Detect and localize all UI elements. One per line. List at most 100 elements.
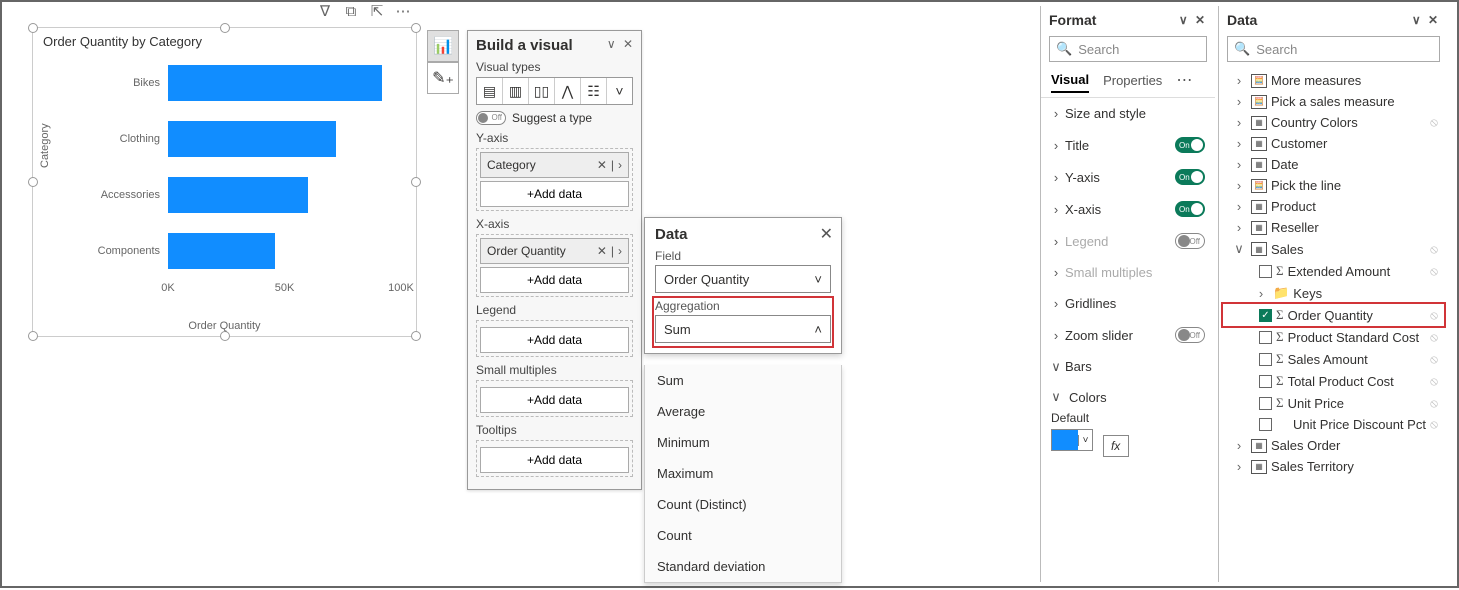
close-icon[interactable]: ✕: [820, 224, 833, 244]
hidden-icon: ⦸: [1430, 308, 1438, 323]
search-icon: 🔍: [1234, 41, 1250, 57]
chevron-down-icon[interactable]: ˅: [607, 78, 632, 104]
tree-row[interactable]: ›📁Keys: [1223, 282, 1444, 304]
field-select[interactable]: Order Quantity˅: [655, 265, 831, 293]
tree-row[interactable]: ›🧮Pick a sales measure: [1223, 91, 1444, 112]
checkbox[interactable]: [1259, 331, 1272, 344]
format-item[interactable]: ›Gridlines: [1041, 288, 1215, 319]
tree-row[interactable]: ›▦Date: [1223, 154, 1444, 175]
tree-row[interactable]: ✓ΣOrder Quantity⦸: [1223, 304, 1444, 326]
aggregation-option[interactable]: Standard deviation: [645, 551, 841, 582]
tree-row[interactable]: ›▦Reseller: [1223, 217, 1444, 238]
category-label: Accessories: [93, 189, 168, 201]
aggregation-option[interactable]: Minimum: [645, 427, 841, 458]
suggest-toggle[interactable]: Off: [476, 111, 506, 125]
aggregation-option[interactable]: Count: [645, 520, 841, 551]
data-search[interactable]: 🔍 Search: [1227, 36, 1440, 62]
visual-type-picker[interactable]: ▤ ▥ ▯▯ ⋀ ☷ ˅: [476, 77, 633, 105]
format-item[interactable]: ›TitleOn: [1041, 129, 1215, 161]
panel-collapse-close[interactable]: ∨ ✕: [1412, 13, 1440, 27]
column-icon[interactable]: ▥: [503, 78, 529, 104]
format-brush-button[interactable]: ✎₊: [427, 62, 459, 94]
pane-collapse-close[interactable]: ∨ ✕: [607, 37, 635, 51]
tree-row[interactable]: ΣTotal Product Cost⦸: [1223, 370, 1444, 392]
tree-row[interactable]: ›▦Country Colors⦸: [1223, 112, 1444, 133]
bar[interactable]: [168, 177, 308, 213]
small-add-data[interactable]: +Add data: [480, 387, 629, 413]
aggregation-option[interactable]: Sum: [645, 365, 841, 396]
table-icon: 🧮: [1251, 74, 1267, 88]
checkbox[interactable]: [1259, 265, 1272, 278]
color-swatch[interactable]: ˅: [1051, 429, 1093, 451]
aggregation-option[interactable]: Count (Distinct): [645, 489, 841, 520]
bar[interactable]: [168, 65, 382, 101]
tab-visual[interactable]: Visual: [1051, 68, 1089, 93]
tree-row[interactable]: ΣProduct Standard Cost⦸: [1223, 326, 1444, 348]
xaxis-section-label: X-axis: [476, 217, 633, 231]
checkbox[interactable]: [1259, 418, 1272, 431]
xaxis-field-chip[interactable]: Order Quantity ✕|›: [480, 238, 629, 264]
legend-add-data[interactable]: +Add data: [480, 327, 629, 353]
more-icon[interactable]: ⋯: [395, 4, 411, 20]
y-axis-label: Category: [39, 123, 51, 168]
tree-row[interactable]: ›🧮More measures: [1223, 70, 1444, 91]
aggregation-option[interactable]: Average: [645, 396, 841, 427]
focus-icon[interactable]: ⧉: [343, 4, 359, 20]
chart-visual[interactable]: Order Quantity by Category Category Bike…: [32, 27, 417, 337]
tab-properties[interactable]: Properties: [1103, 69, 1162, 92]
tree-row[interactable]: ›▦Sales Order: [1223, 435, 1444, 456]
remove-icon[interactable]: ✕: [597, 244, 607, 258]
hidden-icon: ⦸: [1430, 264, 1438, 279]
filter-icon[interactable]: ∇: [317, 4, 333, 20]
line-icon[interactable]: ⋀: [555, 78, 581, 104]
tree-row[interactable]: Unit Price Discount Pct⦸: [1223, 414, 1444, 435]
table-icon: ▦: [1251, 137, 1267, 151]
yaxis-add-data[interactable]: +Add data: [480, 181, 629, 207]
aggregation-select[interactable]: Sum˄: [655, 315, 831, 343]
build-visual-pane: ∨ ✕ Build a visual Visual types ▤ ▥ ▯▯ ⋀…: [467, 30, 642, 490]
format-item[interactable]: ›Y-axisOn: [1041, 161, 1215, 193]
yaxis-field-chip[interactable]: Category ✕|›: [480, 152, 629, 178]
category-label: Components: [93, 245, 168, 257]
chevron-right-icon[interactable]: ›: [618, 158, 622, 172]
checkbox[interactable]: [1259, 353, 1272, 366]
table-icon[interactable]: ☷: [581, 78, 607, 104]
xaxis-add-data[interactable]: +Add data: [480, 267, 629, 293]
bar[interactable]: [168, 121, 336, 157]
aggregation-option[interactable]: Maximum: [645, 458, 841, 489]
tree-row[interactable]: ΣExtended Amount⦸: [1223, 260, 1444, 282]
checkbox[interactable]: ✓: [1259, 309, 1272, 322]
format-search[interactable]: 🔍 Search: [1049, 36, 1207, 62]
format-item[interactable]: ›Size and style: [1041, 98, 1215, 129]
fx-button[interactable]: fx: [1103, 435, 1129, 457]
stacked-bar-icon[interactable]: ▤: [477, 78, 503, 104]
format-item[interactable]: ›Small multiples: [1041, 257, 1215, 288]
tree-row[interactable]: ›▦Sales Territory: [1223, 456, 1444, 477]
format-item[interactable]: ∨Bars: [1041, 351, 1215, 383]
popout-icon[interactable]: ⇱: [369, 4, 385, 20]
checkbox[interactable]: [1259, 397, 1272, 410]
tree-row[interactable]: ›🧮Pick the line: [1223, 175, 1444, 196]
format-item[interactable]: ›LegendOff: [1041, 225, 1215, 257]
panel-collapse-close[interactable]: ∨ ✕: [1179, 13, 1207, 27]
checkbox[interactable]: [1259, 375, 1272, 388]
tree-row[interactable]: ΣUnit Price⦸: [1223, 392, 1444, 414]
legend-section-label: Legend: [476, 303, 633, 317]
tree-row[interactable]: ›▦Customer: [1223, 133, 1444, 154]
colors-section[interactable]: Colors: [1069, 390, 1107, 405]
format-item[interactable]: ›Zoom sliderOff: [1041, 319, 1215, 351]
bar-icon[interactable]: ▯▯: [529, 78, 555, 104]
sigma-icon: Σ: [1276, 329, 1284, 345]
remove-icon[interactable]: ✕: [597, 158, 607, 172]
build-visual-button[interactable]: 📊: [427, 30, 459, 62]
tab-more[interactable]: ⋯: [1176, 72, 1192, 90]
table-icon: ▦: [1251, 460, 1267, 474]
chevron-down-icon: ˅: [814, 272, 822, 287]
tree-row[interactable]: ›▦Product: [1223, 196, 1444, 217]
chevron-right-icon[interactable]: ›: [618, 244, 622, 258]
bar[interactable]: [168, 233, 275, 269]
format-item[interactable]: ›X-axisOn: [1041, 193, 1215, 225]
tree-row[interactable]: ΣSales Amount⦸: [1223, 348, 1444, 370]
tree-row[interactable]: ∨▦Sales⦸: [1223, 238, 1444, 260]
tooltips-add-data[interactable]: +Add data: [480, 447, 629, 473]
